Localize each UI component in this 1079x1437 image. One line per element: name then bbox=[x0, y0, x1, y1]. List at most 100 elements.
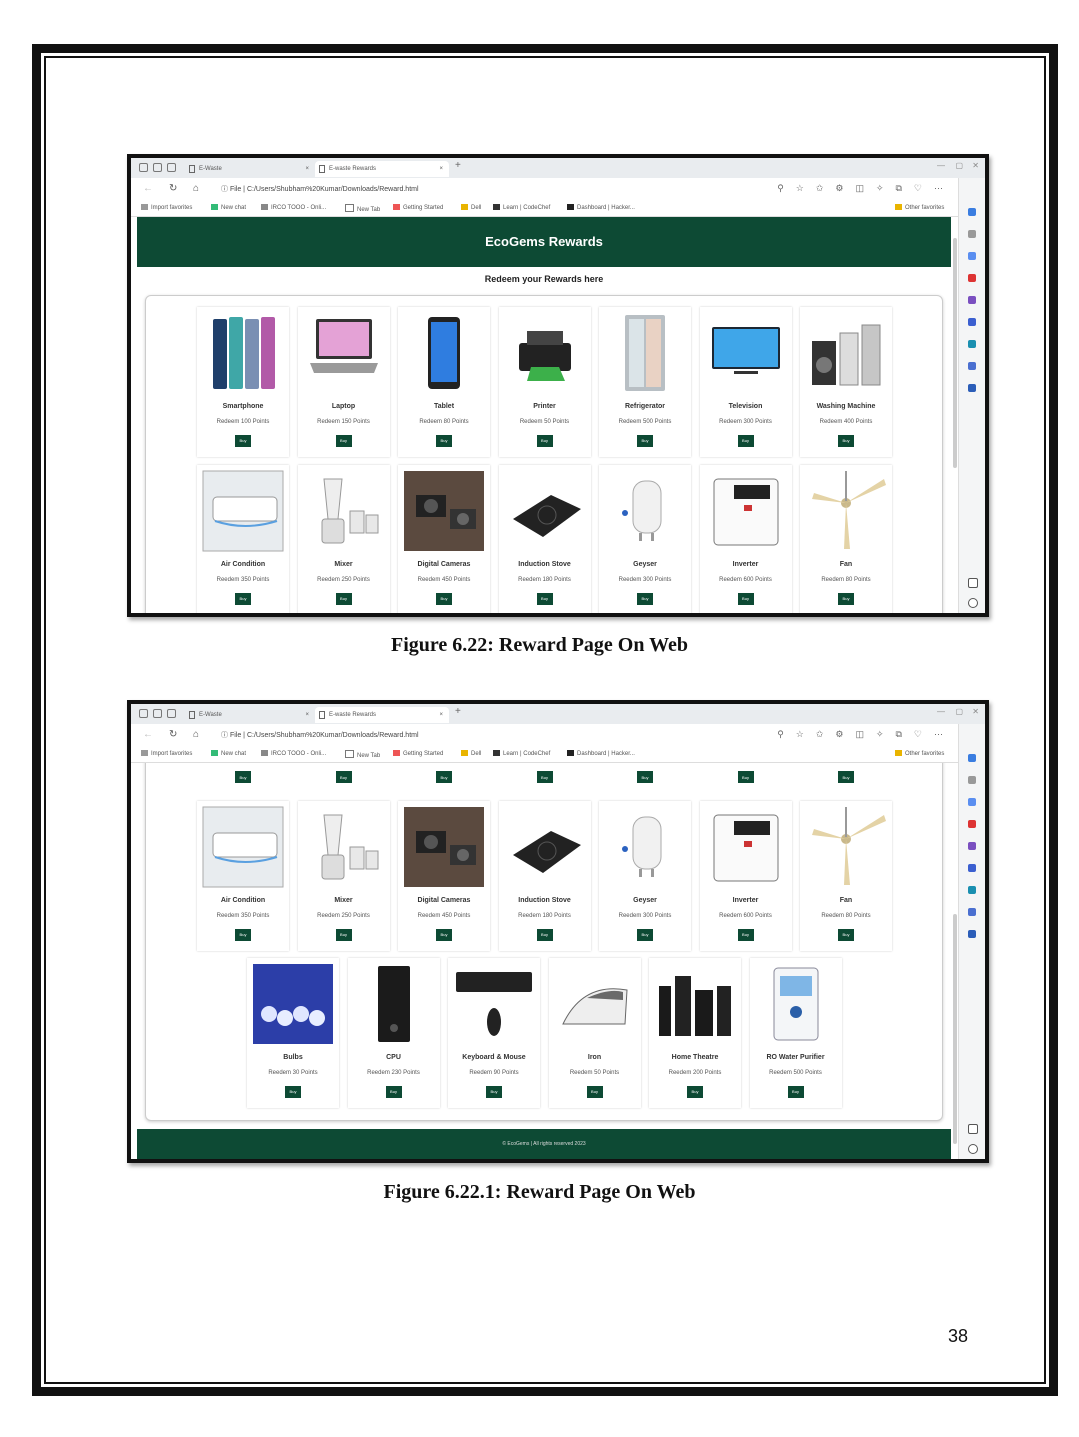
buy-button[interactable]: Buy bbox=[335, 771, 352, 783]
buy-button[interactable]: Buy bbox=[637, 771, 653, 783]
fav-dell[interactable]: Dell bbox=[461, 750, 481, 757]
scrollbar[interactable] bbox=[953, 914, 957, 1144]
buy-button[interactable]: Buy bbox=[737, 593, 754, 605]
close-window-icon[interactable]: ✕ bbox=[972, 707, 979, 716]
fav-irco[interactable]: IRCO TOOO - Onli... bbox=[261, 750, 326, 757]
buy-button[interactable]: Buy bbox=[838, 929, 854, 941]
maximize-icon[interactable]: ▢ bbox=[955, 707, 963, 716]
tab-rewards[interactable]: E-waste Rewards × bbox=[315, 707, 449, 723]
tab-actions-icon[interactable] bbox=[153, 163, 162, 172]
fav-hackerrank[interactable]: Dashboard | Hacker... bbox=[567, 750, 635, 757]
buy-button[interactable]: Buy bbox=[335, 929, 352, 941]
search-icon[interactable] bbox=[968, 230, 976, 238]
search-icon[interactable] bbox=[968, 776, 976, 784]
buy-button[interactable]: Buy bbox=[536, 929, 553, 941]
split-screen-icon[interactable] bbox=[968, 578, 978, 588]
url-field[interactable]: ⓘ File | C:/Users/Shubham%20Kumar/Downlo… bbox=[221, 730, 419, 740]
sidebar-icon[interactable] bbox=[968, 362, 976, 370]
settings-icon[interactable] bbox=[968, 598, 978, 608]
toolbar-icons[interactable]: ⚲☆✩⚙◫✧⧉♡⋯ bbox=[777, 729, 955, 740]
home-icon[interactable]: ⌂ bbox=[193, 183, 199, 194]
buy-button[interactable]: Buy bbox=[436, 771, 452, 783]
sidebar-icon[interactable] bbox=[968, 296, 976, 304]
new-tab-icon[interactable]: + bbox=[455, 706, 461, 717]
sidebar-icon[interactable] bbox=[968, 208, 976, 216]
buy-button[interactable]: Buy bbox=[385, 1086, 402, 1098]
fav-new-chat[interactable]: New chat bbox=[211, 750, 246, 757]
fav-getting-started[interactable]: Getting Started bbox=[393, 204, 443, 211]
buy-button[interactable]: Buy bbox=[486, 1086, 502, 1098]
sidebar-icon[interactable] bbox=[968, 754, 976, 762]
home-icon[interactable]: ⌂ bbox=[193, 729, 199, 740]
buy-button[interactable]: Buy bbox=[335, 435, 352, 447]
back-icon[interactable]: ← bbox=[143, 183, 153, 194]
sidebar-icon[interactable] bbox=[968, 252, 976, 260]
fav-new-chat[interactable]: New chat bbox=[211, 204, 246, 211]
buy-button[interactable]: Buy bbox=[637, 593, 653, 605]
sidebar-icon[interactable] bbox=[968, 842, 976, 850]
sidebar-icon[interactable] bbox=[968, 798, 976, 806]
tab-actions-icon[interactable] bbox=[153, 709, 162, 718]
url-field[interactable]: ⓘ File | C:/Users/Shubham%20Kumar/Downlo… bbox=[221, 184, 419, 194]
buy-button[interactable]: Buy bbox=[838, 435, 854, 447]
fav-hackerrank[interactable]: Dashboard | Hacker... bbox=[567, 204, 635, 211]
buy-button[interactable]: Buy bbox=[536, 771, 553, 783]
new-tab-icon[interactable]: + bbox=[455, 160, 461, 171]
close-icon[interactable]: × bbox=[439, 707, 443, 723]
refresh-icon[interactable]: ↻ bbox=[169, 183, 177, 194]
minimize-icon[interactable]: — bbox=[937, 707, 945, 716]
toolbar-icons[interactable]: ⚲☆✩⚙◫✧⧉♡⋯ bbox=[777, 183, 955, 194]
close-icon[interactable]: × bbox=[305, 161, 309, 177]
buy-button[interactable]: Buy bbox=[637, 435, 653, 447]
tab-rewards[interactable]: E-waste Rewards × bbox=[315, 161, 449, 177]
buy-button[interactable]: Buy bbox=[586, 1086, 603, 1098]
settings-icon[interactable] bbox=[968, 1144, 978, 1154]
scrollbar[interactable] bbox=[953, 238, 957, 468]
sidebar-icon[interactable] bbox=[968, 864, 976, 872]
fav-other[interactable]: Other favorites bbox=[895, 204, 944, 211]
fav-other[interactable]: Other favorites bbox=[895, 750, 944, 757]
close-icon[interactable]: × bbox=[439, 161, 443, 177]
buy-button[interactable]: Buy bbox=[536, 435, 553, 447]
buy-button[interactable]: Buy bbox=[637, 929, 653, 941]
sidebar-icon[interactable] bbox=[968, 886, 976, 894]
tab-ewaste[interactable]: E-Waste × bbox=[185, 707, 315, 723]
close-window-icon[interactable]: ✕ bbox=[972, 161, 979, 170]
buy-button[interactable]: Buy bbox=[737, 435, 754, 447]
buy-button[interactable]: Buy bbox=[235, 435, 251, 447]
fav-import[interactable]: Import favorites bbox=[141, 750, 192, 757]
buy-button[interactable]: Buy bbox=[235, 593, 251, 605]
buy-button[interactable]: Buy bbox=[285, 1086, 301, 1098]
fav-new-tab[interactable]: New Tab bbox=[345, 750, 380, 759]
sidebar-icon[interactable] bbox=[968, 340, 976, 348]
sidebar-icon[interactable] bbox=[968, 820, 976, 828]
fav-getting-started[interactable]: Getting Started bbox=[393, 750, 443, 757]
vertical-tabs-icon[interactable] bbox=[167, 163, 176, 172]
buy-button[interactable]: Buy bbox=[536, 593, 553, 605]
fav-codechef[interactable]: Learn | CodeChef bbox=[493, 750, 550, 757]
buy-button[interactable]: Buy bbox=[737, 929, 754, 941]
refresh-icon[interactable]: ↻ bbox=[169, 729, 177, 740]
close-icon[interactable]: × bbox=[305, 707, 309, 723]
buy-button[interactable]: Buy bbox=[235, 929, 251, 941]
workspaces-icon[interactable] bbox=[139, 163, 148, 172]
buy-button[interactable]: Buy bbox=[436, 929, 452, 941]
split-screen-icon[interactable] bbox=[968, 1124, 978, 1134]
buy-button[interactable]: Buy bbox=[838, 771, 854, 783]
fav-new-tab[interactable]: New Tab bbox=[345, 204, 380, 213]
sidebar-icon[interactable] bbox=[968, 318, 976, 326]
fav-dell[interactable]: Dell bbox=[461, 204, 481, 211]
buy-button[interactable]: Buy bbox=[787, 1086, 804, 1098]
buy-button[interactable]: Buy bbox=[436, 435, 452, 447]
buy-button[interactable]: Buy bbox=[436, 593, 452, 605]
workspaces-icon[interactable] bbox=[139, 709, 148, 718]
buy-button[interactable]: Buy bbox=[737, 771, 754, 783]
minimize-icon[interactable]: — bbox=[937, 161, 945, 170]
buy-button[interactable]: Buy bbox=[838, 593, 854, 605]
buy-button[interactable]: Buy bbox=[687, 1086, 703, 1098]
fav-codechef[interactable]: Learn | CodeChef bbox=[493, 204, 550, 211]
sidebar-icon[interactable] bbox=[968, 274, 976, 282]
vertical-tabs-icon[interactable] bbox=[167, 709, 176, 718]
sidebar-icon[interactable] bbox=[968, 384, 976, 392]
maximize-icon[interactable]: ▢ bbox=[955, 161, 963, 170]
